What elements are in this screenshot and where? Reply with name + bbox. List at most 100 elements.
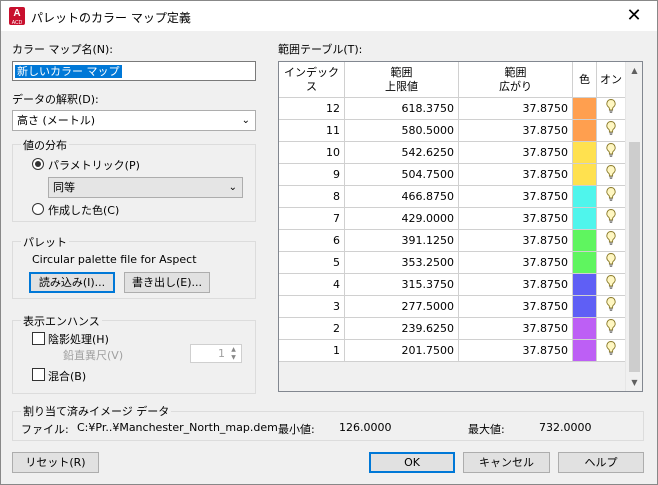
blend-checkbox[interactable]: [32, 368, 45, 381]
interpretation-value: 高さ (メートル): [17, 114, 96, 127]
scroll-thumb[interactable]: [629, 142, 640, 372]
export-button[interactable]: 書き出し(E)...: [124, 272, 210, 293]
vertical-scrollbar[interactable]: ▲ ▼: [625, 62, 642, 391]
parametric-label: パラメトリック(P): [48, 159, 140, 172]
table-row[interactable]: 1 201.7500 37.8750: [279, 340, 626, 362]
table-row[interactable]: 4 315.3750 37.8750: [279, 274, 626, 296]
lightbulb-icon[interactable]: [597, 120, 626, 142]
row-spread-value[interactable]: 37.8750: [459, 208, 573, 230]
lightbulb-icon[interactable]: [597, 230, 626, 252]
row-color-swatch[interactable]: [573, 120, 597, 142]
row-color-swatch[interactable]: [573, 164, 597, 186]
spin-up-icon[interactable]: ▲: [227, 346, 240, 354]
header-spread[interactable]: 範囲 広がり: [459, 62, 573, 98]
row-color-swatch[interactable]: [573, 142, 597, 164]
table-row[interactable]: 10 542.6250 37.8750: [279, 142, 626, 164]
lightbulb-icon[interactable]: [597, 186, 626, 208]
header-on[interactable]: オン: [597, 62, 626, 98]
row-upper-value[interactable]: 542.6250: [345, 142, 459, 164]
created-color-radio[interactable]: [32, 203, 44, 215]
lightbulb-icon[interactable]: [597, 252, 626, 274]
row-color-swatch[interactable]: [573, 318, 597, 340]
scroll-down-icon[interactable]: ▼: [626, 374, 642, 391]
row-upper-value[interactable]: 618.3750: [345, 98, 459, 120]
row-upper-value[interactable]: 466.8750: [345, 186, 459, 208]
row-spread-value[interactable]: 37.8750: [459, 340, 573, 362]
table-row[interactable]: 3 277.5000 37.8750: [279, 296, 626, 318]
parametric-mode-select[interactable]: 同等 ⌄: [48, 177, 243, 198]
header-color[interactable]: 色: [573, 62, 597, 98]
ok-button[interactable]: OK: [369, 452, 455, 473]
min-label: 最小値:: [278, 423, 315, 436]
chevron-down-icon: ⌄: [241, 115, 250, 126]
table-row[interactable]: 6 391.1250 37.8750: [279, 230, 626, 252]
row-color-swatch[interactable]: [573, 230, 597, 252]
spin-down-icon[interactable]: ▼: [227, 354, 240, 362]
row-spread-value[interactable]: 37.8750: [459, 186, 573, 208]
row-index: 12: [279, 98, 345, 120]
shading-checkbox[interactable]: [32, 332, 45, 345]
header-index[interactable]: インデックス: [279, 62, 345, 98]
row-color-swatch[interactable]: [573, 340, 597, 362]
lightbulb-icon[interactable]: [597, 318, 626, 340]
row-upper-value[interactable]: 580.5000: [345, 120, 459, 142]
scroll-up-icon[interactable]: ▲: [626, 62, 642, 79]
lightbulb-icon[interactable]: [597, 296, 626, 318]
range-table[interactable]: インデックス 範囲 上限値 範囲 広がり 色 オン 12 618.3750 37.875…: [278, 61, 643, 392]
row-spread-value[interactable]: 37.8750: [459, 142, 573, 164]
row-upper-value[interactable]: 201.7500: [345, 340, 459, 362]
lightbulb-icon[interactable]: [597, 274, 626, 296]
row-spread-value[interactable]: 37.8750: [459, 230, 573, 252]
header-upper[interactable]: 範囲 上限値: [345, 62, 459, 98]
reset-button[interactable]: リセット(R): [12, 452, 99, 473]
row-upper-value[interactable]: 315.3750: [345, 274, 459, 296]
row-color-swatch[interactable]: [573, 296, 597, 318]
row-spread-value[interactable]: 37.8750: [459, 252, 573, 274]
file-label: ファイル:: [21, 423, 69, 436]
row-color-swatch[interactable]: [573, 98, 597, 120]
help-button[interactable]: ヘルプ: [558, 452, 644, 473]
row-spread-value[interactable]: 37.8750: [459, 98, 573, 120]
table-row[interactable]: 2 239.6250 37.8750: [279, 318, 626, 340]
row-index: 4: [279, 274, 345, 296]
table-row[interactable]: 11 580.5000 37.8750: [279, 120, 626, 142]
palette-legend: パレット: [21, 234, 69, 250]
table-row[interactable]: 7 429.0000 37.8750: [279, 208, 626, 230]
vertical-exaggeration-stepper[interactable]: 1 ▲ ▼: [190, 344, 242, 363]
table-row[interactable]: 5 353.2500 37.8750: [279, 252, 626, 274]
row-color-swatch[interactable]: [573, 274, 597, 296]
row-upper-value[interactable]: 277.5000: [345, 296, 459, 318]
map-name-input[interactable]: 新しいカラー マップ: [12, 61, 256, 81]
table-row[interactable]: 12 618.3750 37.8750: [279, 98, 626, 120]
row-index: 8: [279, 186, 345, 208]
row-color-swatch[interactable]: [573, 186, 597, 208]
row-upper-value[interactable]: 239.6250: [345, 318, 459, 340]
row-index: 3: [279, 296, 345, 318]
lightbulb-icon[interactable]: [597, 208, 626, 230]
row-index: 9: [279, 164, 345, 186]
row-upper-value[interactable]: 353.2500: [345, 252, 459, 274]
row-color-swatch[interactable]: [573, 208, 597, 230]
table-row[interactable]: 9 504.7500 37.8750: [279, 164, 626, 186]
row-spread-value[interactable]: 37.8750: [459, 274, 573, 296]
import-button[interactable]: 読み込み(I)...: [29, 272, 115, 293]
lightbulb-icon[interactable]: [597, 340, 626, 362]
row-color-swatch[interactable]: [573, 252, 597, 274]
row-spread-value[interactable]: 37.8750: [459, 120, 573, 142]
row-spread-value[interactable]: 37.8750: [459, 164, 573, 186]
close-icon[interactable]: ✕: [611, 1, 657, 31]
row-upper-value[interactable]: 391.1250: [345, 230, 459, 252]
interpretation-select[interactable]: 高さ (メートル) ⌄: [12, 110, 256, 131]
lightbulb-icon[interactable]: [597, 164, 626, 186]
row-spread-value[interactable]: 37.8750: [459, 318, 573, 340]
parametric-radio[interactable]: [32, 158, 44, 170]
row-spread-value[interactable]: 37.8750: [459, 296, 573, 318]
row-upper-value[interactable]: 429.0000: [345, 208, 459, 230]
range-table-label: 範囲テーブル(T):: [278, 43, 363, 56]
row-upper-value[interactable]: 504.7500: [345, 164, 459, 186]
table-row[interactable]: 8 466.8750 37.8750: [279, 186, 626, 208]
lightbulb-icon[interactable]: [597, 142, 626, 164]
lightbulb-icon[interactable]: [597, 98, 626, 120]
cancel-button[interactable]: キャンセル: [463, 452, 550, 473]
map-name-label: カラー マップ名(N):: [12, 43, 114, 56]
